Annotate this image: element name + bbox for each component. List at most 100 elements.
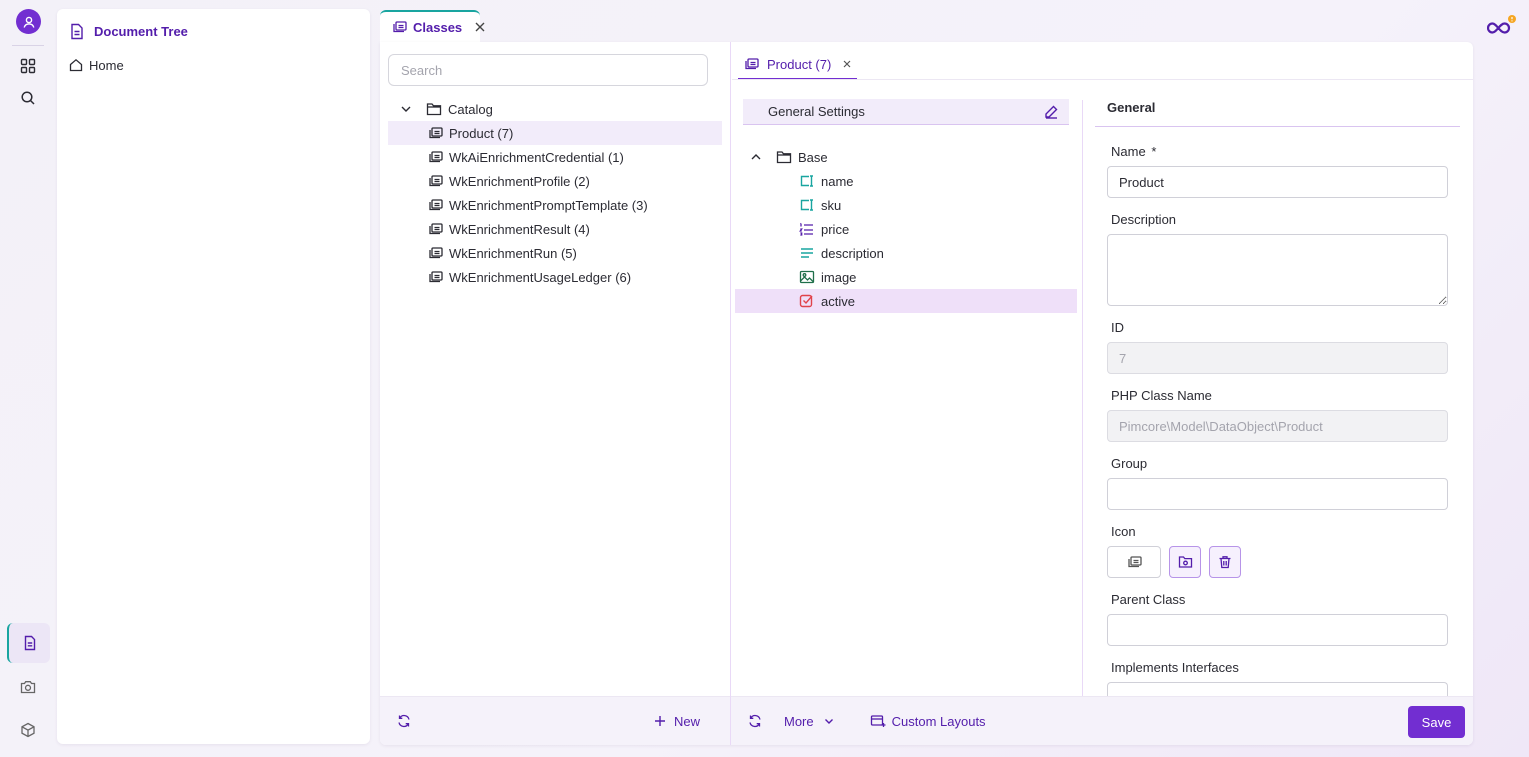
save-button[interactable]: Save [1408,706,1465,738]
tab-product[interactable]: Product (7) [738,50,858,80]
layout-icon [870,714,886,728]
column-divider [730,42,731,745]
refresh-icon [397,714,411,728]
assets-button[interactable] [14,673,42,701]
class-icon [428,150,443,164]
more-button[interactable]: More [784,714,834,729]
class-icon [428,126,443,140]
new-class-button[interactable]: New [654,714,700,729]
dashboard-button[interactable] [14,52,42,80]
class-icon [392,20,407,34]
form-divider [1082,100,1083,696]
camera-icon [20,679,36,695]
field-item-image[interactable]: image [735,265,1077,289]
class-search-input[interactable] [388,54,708,86]
field-item-label: name [821,173,854,189]
data-objects-button[interactable] [14,716,42,744]
field-item-description[interactable]: description [735,241,1077,265]
tree-folder-catalog[interactable]: Catalog [400,97,493,121]
edit-icon[interactable] [1044,104,1059,119]
notifications-logo[interactable] [1487,15,1517,39]
refresh-icon [748,714,762,728]
implements-interfaces-label: Implements Interfaces [1111,660,1239,675]
home-label: Home [89,57,124,73]
tab-classes[interactable]: Classes [380,10,485,42]
tree-folder-base[interactable]: Base [750,145,828,169]
id-label: ID [1111,320,1124,335]
general-settings-label: General Settings [768,104,865,119]
input-icon [799,198,815,212]
delete-icon-button[interactable] [1209,546,1241,578]
group-label: Group [1111,456,1148,471]
class-icon [428,246,443,260]
field-item-price[interactable]: price [735,217,1077,241]
document-icon [69,23,85,40]
more-label: More [784,713,814,729]
general-settings-row[interactable]: General Settings [743,99,1069,125]
plus-icon [654,715,666,727]
user-avatar[interactable] [16,9,41,34]
home-icon [69,58,83,72]
class-list-item[interactable]: WkEnrichmentPromptTemplate (3) [388,193,722,217]
implements-interfaces-input[interactable] [1107,682,1448,696]
documents-button[interactable] [7,623,50,663]
tab-divider [732,79,1473,80]
php-class-label: PHP Class Name [1111,388,1212,403]
class-list-item[interactable]: WkEnrichmentUsageLedger (6) [388,265,722,289]
name-label: Name * [1111,144,1156,159]
name-input[interactable] [1107,166,1448,198]
search-button[interactable] [14,84,42,112]
name-label-text: Name [1111,144,1146,159]
field-item-sku[interactable]: sku [735,193,1077,217]
close-icon[interactable] [843,60,851,68]
tab-classes-label: Classes [413,19,463,35]
class-list-item[interactable]: WkEnrichmentProfile (2) [388,169,722,193]
custom-layouts-button[interactable]: Custom Layouts [870,714,986,729]
grid-icon [20,58,36,74]
chevron-up-icon[interactable] [750,151,762,163]
parent-class-input[interactable] [1107,614,1448,646]
class-list-item-label: WkEnrichmentUsageLedger (6) [449,269,632,285]
field-item-label: price [821,221,850,237]
class-list-item-label: WkAiEnrichmentCredential (1) [449,149,624,165]
folder-label: Catalog [448,101,493,117]
class-icon [428,222,443,236]
class-list-item[interactable]: WkAiEnrichmentCredential (1) [388,145,722,169]
field-item-label: image [821,269,857,285]
description-label: Description [1111,212,1177,227]
classes-workspace: Catalog Product (7) WkAiEnrichmentCredent… [380,42,1473,745]
group-input[interactable] [1107,478,1448,510]
search-icon [20,90,36,106]
image-icon [799,270,815,284]
description-input[interactable] [1107,234,1448,306]
class-list-item[interactable]: Product (7) [388,121,722,145]
tree-item-home[interactable]: Home [69,55,124,75]
left-rail [0,0,56,757]
editor-toolbar: More Custom Layouts [731,696,1473,745]
field-item-label: description [821,245,884,261]
infinity-logo-icon [1487,15,1517,39]
field-item-name[interactable]: name [735,169,1077,193]
field-item-active[interactable]: active [735,289,1077,313]
class-icon [428,198,443,212]
document-icon [22,635,38,651]
class-list-item[interactable]: WkEnrichmentRun (5) [388,241,722,265]
id-input [1107,342,1448,374]
icon-preview[interactable] [1107,546,1161,578]
class-list-item[interactable]: WkEnrichmentResult (4) [388,217,722,241]
folder-icon [776,150,792,164]
field-item-label: active [821,293,855,309]
cube-icon [20,722,36,738]
class-list-item-label: WkEnrichmentProfile (2) [449,173,590,189]
chevron-down-icon[interactable] [400,103,412,115]
document-tree-header: Document Tree [69,21,188,41]
close-icon[interactable] [475,22,485,32]
folder-icon [426,102,442,116]
refresh-button[interactable] [397,714,411,728]
document-tree-title: Document Tree [94,23,188,39]
choose-icon-button[interactable] [1169,546,1201,578]
form-heading: General [1095,97,1460,127]
php-class-input [1107,410,1448,442]
field-item-label: sku [821,197,842,213]
reload-button[interactable] [748,714,762,728]
